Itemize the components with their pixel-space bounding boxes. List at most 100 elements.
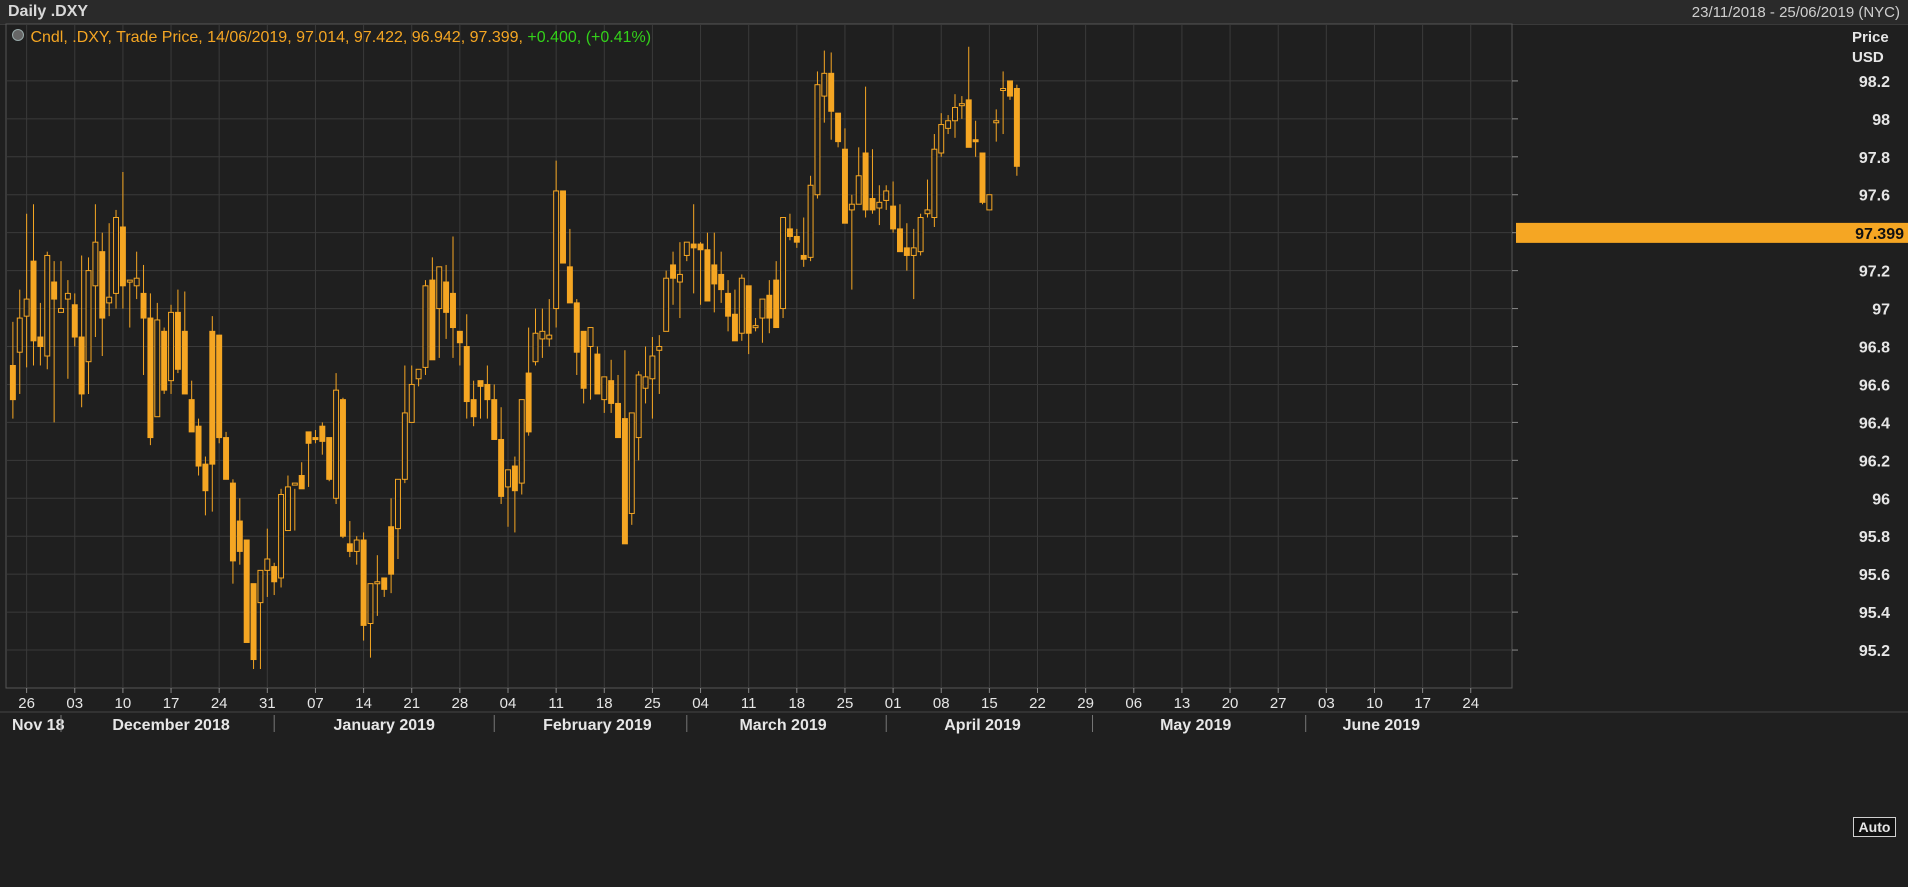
candle-body bbox=[119, 226, 126, 287]
candle-body bbox=[174, 311, 181, 370]
candle-body bbox=[697, 243, 704, 251]
candle-body bbox=[16, 317, 23, 353]
y-tick-label: 96.4 bbox=[1859, 415, 1890, 432]
candle-body bbox=[945, 120, 952, 129]
candle-body bbox=[209, 330, 216, 465]
candle-body bbox=[958, 103, 965, 107]
candle-body bbox=[828, 72, 835, 112]
candle-body bbox=[560, 190, 566, 264]
y-tick-label: 96.2 bbox=[1859, 453, 1890, 470]
y-axis-title-price: Price bbox=[1852, 29, 1889, 46]
candle-body bbox=[223, 437, 230, 480]
candle-body bbox=[484, 383, 491, 401]
series-settings-icon[interactable] bbox=[12, 29, 24, 41]
candle-body bbox=[883, 190, 890, 201]
candle-body bbox=[264, 558, 271, 571]
y-tick-label: 98.2 bbox=[1859, 74, 1890, 91]
x-tick-label: 13 bbox=[1174, 695, 1191, 712]
x-tick-label: 29 bbox=[1077, 695, 1094, 712]
candle-body bbox=[278, 493, 285, 579]
candle-body bbox=[890, 205, 897, 230]
x-tick-label: 21 bbox=[403, 695, 420, 712]
candle-body bbox=[986, 194, 993, 211]
candle-body bbox=[78, 336, 85, 395]
candle-body bbox=[848, 203, 855, 211]
candle-body bbox=[326, 437, 333, 480]
y-tick-label: 97.2 bbox=[1859, 264, 1890, 281]
candle-body bbox=[821, 72, 828, 97]
candle-body bbox=[126, 279, 133, 283]
candle-body bbox=[271, 566, 278, 583]
month-label: Nov 18 bbox=[12, 717, 65, 734]
candle-body bbox=[711, 264, 718, 285]
y-tick-label: 97.8 bbox=[1859, 150, 1890, 167]
candle-body bbox=[663, 277, 670, 332]
candle-body bbox=[92, 241, 99, 287]
candle-body bbox=[566, 266, 573, 304]
y-tick-label: 98 bbox=[1872, 112, 1890, 129]
candle-body bbox=[298, 475, 305, 490]
candle-body bbox=[752, 325, 759, 329]
auto-scale-button[interactable]: Auto bbox=[1853, 817, 1896, 837]
candle-body bbox=[284, 486, 291, 532]
candle-body bbox=[99, 251, 106, 319]
x-tick-label: 15 bbox=[981, 695, 998, 712]
candle-body bbox=[642, 376, 649, 389]
candle-body bbox=[594, 353, 601, 395]
candle-body bbox=[635, 374, 642, 439]
candle-body bbox=[195, 425, 202, 467]
x-tick-label: 10 bbox=[115, 695, 132, 712]
x-tick-label: 11 bbox=[741, 695, 757, 712]
candle-body bbox=[855, 175, 862, 205]
x-tick-label: 04 bbox=[500, 695, 517, 712]
legend-line: Cndl, .DXY, Trade Price, 14/06/2019, 97.… bbox=[12, 29, 651, 47]
y-tick-label: 95.4 bbox=[1859, 605, 1890, 622]
last-price-marker bbox=[1516, 222, 1908, 243]
candle-body bbox=[525, 372, 532, 433]
candle-body bbox=[766, 294, 773, 319]
candle-body bbox=[580, 330, 587, 389]
x-tick-label: 17 bbox=[163, 695, 180, 712]
y-tick-label: 97.6 bbox=[1859, 188, 1890, 205]
candle-body bbox=[71, 304, 78, 338]
candle-body bbox=[608, 380, 615, 404]
candle-body bbox=[161, 330, 168, 391]
candle-body bbox=[305, 431, 312, 444]
candle-body bbox=[44, 254, 51, 357]
candle-body bbox=[835, 112, 842, 143]
month-label: March 2019 bbox=[739, 717, 826, 734]
candle-body bbox=[676, 273, 683, 283]
candle-body bbox=[394, 478, 401, 530]
candle-body bbox=[436, 266, 443, 310]
candle-body bbox=[9, 364, 16, 401]
candle-body bbox=[773, 279, 780, 329]
candle-body bbox=[793, 235, 800, 243]
candle-body bbox=[181, 330, 188, 395]
candle-body bbox=[546, 334, 553, 340]
candle-body bbox=[30, 260, 37, 342]
candle-body bbox=[463, 346, 470, 403]
candle-body bbox=[780, 217, 787, 310]
candle-body bbox=[401, 412, 408, 480]
candle-body bbox=[353, 539, 360, 552]
candlestick-chart[interactable]: 95.2 95.4 95.6 95.8 96 96.2 96.4 96.6 96.8 97 97.2… bbox=[0, 0, 1908, 887]
candle-body bbox=[1000, 88, 1007, 92]
y-tick-label: 96.6 bbox=[1859, 377, 1890, 394]
x-tick-label: 25 bbox=[644, 695, 661, 712]
candle-body bbox=[339, 399, 346, 537]
candle-body bbox=[147, 317, 154, 439]
candle-body bbox=[429, 279, 436, 361]
candle-body bbox=[360, 539, 367, 626]
x-tick-label: 08 bbox=[933, 695, 950, 712]
candle-body bbox=[670, 264, 677, 279]
candle-body bbox=[786, 228, 793, 237]
last-price-label: 97.399 bbox=[1855, 226, 1904, 243]
month-label: June 2019 bbox=[1343, 717, 1420, 734]
candle-body bbox=[23, 298, 30, 317]
candle-body bbox=[601, 376, 608, 401]
candle-body bbox=[202, 463, 209, 492]
candle-body bbox=[312, 437, 319, 441]
candle-body bbox=[917, 217, 924, 253]
candle-body bbox=[931, 148, 938, 219]
candle-body bbox=[979, 152, 986, 203]
